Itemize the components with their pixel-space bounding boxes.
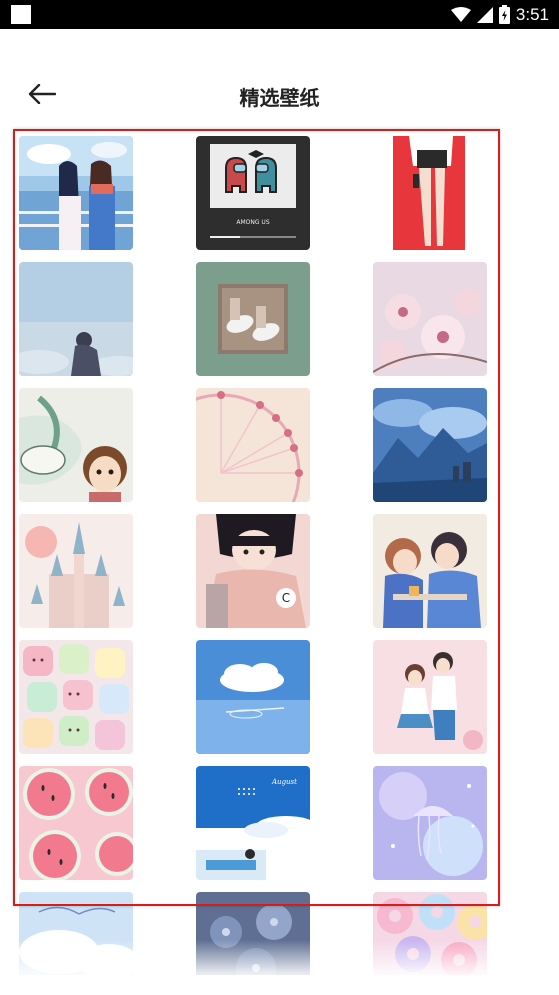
wallpaper-thumb-sneakers-green[interactable] bbox=[196, 262, 310, 376]
wallpaper-thumb-ferris-wheel-pink[interactable] bbox=[196, 388, 310, 502]
status-time: 3:51 bbox=[515, 4, 549, 24]
wallpaper-thumb-blue-mountains-clouds[interactable] bbox=[373, 388, 487, 502]
wallpaper-thumb-blue-sky-cloud[interactable] bbox=[196, 640, 310, 754]
battery-icon bbox=[498, 5, 510, 24]
wallpaper-thumb-blue-pool-calendar[interactable]: August bbox=[196, 766, 310, 880]
cell-signal-icon bbox=[476, 6, 493, 23]
thumb-caption: August bbox=[271, 778, 297, 786]
wallpaper-thumb-anime-girl-coat[interactable]: C bbox=[196, 514, 310, 628]
wallpaper-thumb-boy-sky[interactable] bbox=[19, 262, 133, 376]
wallpaper-grid: AMONG US C August bbox=[0, 129, 559, 975]
svg-text:C: C bbox=[282, 591, 290, 605]
status-bar: 3:51 bbox=[0, 0, 559, 29]
wallpaper-thumb-haku-chihiro-dragon[interactable] bbox=[19, 388, 133, 502]
app-header: 精选壁纸 bbox=[0, 60, 559, 130]
wallpaper-thumb-anime-couple-blue[interactable] bbox=[373, 514, 487, 628]
wallpaper-thumb-purple-jellyfish[interactable] bbox=[373, 766, 487, 880]
wallpaper-thumb-blue-clouds-text[interactable] bbox=[19, 892, 133, 975]
notification-icon bbox=[11, 5, 31, 24]
wallpaper-thumb-blue-flowers[interactable] bbox=[196, 892, 310, 975]
wallpaper-thumb-donuts-pastel[interactable] bbox=[373, 892, 487, 975]
wallpaper-thumb-anime-girls-ship[interactable] bbox=[19, 136, 133, 250]
wallpaper-thumb-girl-red-background[interactable] bbox=[373, 136, 487, 250]
wallpaper-thumb-watermelon-slices[interactable] bbox=[19, 766, 133, 880]
wifi-icon bbox=[450, 6, 471, 22]
wallpaper-thumb-school-couple-pink[interactable] bbox=[373, 640, 487, 754]
wallpaper-thumb-cherry-blossoms[interactable] bbox=[373, 262, 487, 376]
page-title: 精选壁纸 bbox=[239, 86, 320, 110]
thumb-caption: AMONG US bbox=[236, 219, 269, 226]
wallpaper-thumb-pink-castle[interactable] bbox=[19, 514, 133, 628]
wallpaper-thumb-among-us-crewmates[interactable]: AMONG US bbox=[196, 136, 310, 250]
wallpaper-thumb-marshmallows[interactable] bbox=[19, 640, 133, 754]
